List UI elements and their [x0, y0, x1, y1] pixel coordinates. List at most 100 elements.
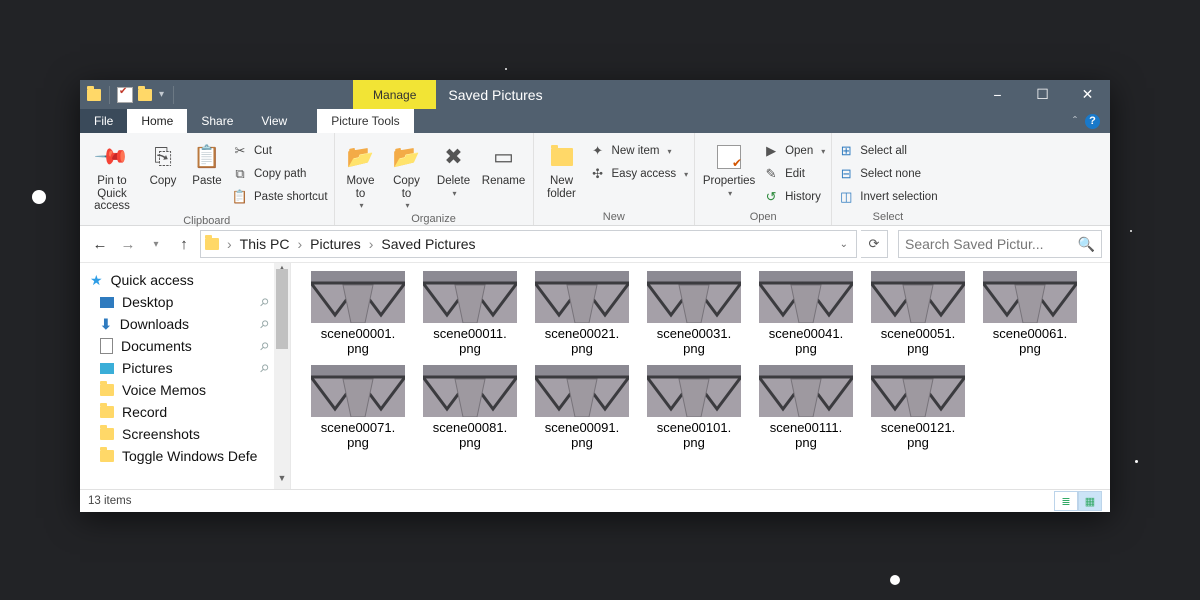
file-item[interactable]: scene00091.png — [535, 365, 629, 451]
help-icon[interactable]: ? — [1085, 114, 1100, 129]
tab-home[interactable]: Home — [127, 109, 187, 133]
nav-item-desktop[interactable]: Desktop⚲ — [80, 291, 290, 313]
delete-icon: ✖ — [444, 141, 462, 173]
group-label: Open — [701, 209, 825, 225]
nav-item-label: Screenshots — [122, 426, 200, 442]
delete-button[interactable]: ✖ Delete▾ — [433, 139, 475, 198]
copy-path-button[interactable]: ⧉Copy path — [232, 164, 328, 184]
maximize-button[interactable]: ☐ — [1020, 80, 1065, 109]
nav-item-pictures[interactable]: Pictures⚲ — [80, 357, 290, 379]
chevron-right-icon[interactable]: › — [295, 236, 304, 252]
forward-button[interactable]: → — [116, 232, 140, 256]
thumbnails-view-button[interactable]: ▦ — [1078, 491, 1102, 511]
status-bar: 13 items ≣ ▦ — [80, 489, 1110, 512]
nav-item-documents[interactable]: Documents⚲ — [80, 335, 290, 357]
rename-button[interactable]: ▭ Rename — [481, 139, 527, 188]
file-name: scene00031.png — [647, 327, 741, 357]
nav-quick-access[interactable]: ★ Quick access — [80, 269, 290, 291]
nav-item-record[interactable]: Record — [80, 401, 290, 423]
pin-icon: ⚲ — [257, 339, 272, 354]
paste-shortcut-button[interactable]: 📋Paste shortcut — [232, 187, 328, 207]
up-button[interactable]: ↑ — [172, 232, 196, 256]
easy-access-button[interactable]: ✣Easy access▾ — [590, 164, 689, 184]
file-item[interactable]: scene00031.png — [647, 271, 741, 357]
tab-file[interactable]: File — [80, 109, 127, 133]
chevron-down-icon: ▾ — [406, 202, 410, 211]
copy-button[interactable]: ⎘ Copy — [144, 139, 182, 188]
file-item[interactable]: scene00061.png — [983, 271, 1077, 357]
tab-share[interactable]: Share — [187, 109, 247, 133]
collapse-ribbon-icon[interactable]: ˆ — [1073, 114, 1077, 128]
address-history-dropdown[interactable]: ⌄ — [836, 239, 852, 250]
tab-picture-tools[interactable]: Picture Tools — [317, 109, 413, 133]
new-item-icon: ✦ — [590, 143, 606, 159]
breadcrumb-saved-pictures[interactable]: Saved Pictures — [377, 236, 479, 252]
file-item[interactable]: scene00051.png — [871, 271, 965, 357]
paste-button[interactable]: 📋 Paste — [188, 139, 226, 188]
select-all-button[interactable]: ⊞Select all — [838, 141, 937, 161]
breadcrumb-this-pc[interactable]: This PC — [236, 236, 294, 252]
file-item[interactable]: scene00041.png — [759, 271, 853, 357]
properties-button[interactable]: Properties▾ — [701, 139, 757, 198]
copy-to-icon: 📂 — [393, 141, 420, 173]
nav-item-voice-memos[interactable]: Voice Memos — [80, 379, 290, 401]
file-item[interactable]: scene00111.png — [759, 365, 853, 451]
file-item[interactable]: scene00011.png — [423, 271, 517, 357]
move-to-button[interactable]: 📂 Move to▾ — [341, 139, 381, 211]
chevron-right-icon[interactable]: › — [367, 236, 376, 252]
minimize-button[interactable]: − — [975, 80, 1020, 109]
recent-locations-button[interactable]: ▾ — [144, 232, 168, 256]
nav-item-toggle-windows-defe[interactable]: Toggle Windows Defe — [80, 445, 290, 467]
folder-qat-icon[interactable] — [137, 87, 153, 103]
qat-dropdown-icon[interactable]: ▾ — [157, 89, 166, 100]
copy-icon: ⎘ — [154, 141, 172, 173]
chevron-down-icon: ▾ — [821, 147, 825, 156]
contextual-tab-manage[interactable]: Manage — [353, 80, 436, 109]
cut-button[interactable]: ✂Cut — [232, 141, 328, 161]
file-thumbnail — [423, 271, 517, 323]
address-bar[interactable]: › This PC › Pictures › Saved Pictures ⌄ — [200, 230, 857, 258]
file-item[interactable]: scene00081.png — [423, 365, 517, 451]
edit-icon: ✎ — [763, 166, 779, 182]
edit-button[interactable]: ✎Edit — [763, 164, 825, 184]
file-item[interactable]: scene00121.png — [871, 365, 965, 451]
pin-to-quick-access-button[interactable]: 📌 Pin to Quick access — [86, 139, 138, 213]
history-button[interactable]: ↺History — [763, 187, 825, 207]
invert-selection-button[interactable]: ◫Invert selection — [838, 187, 937, 207]
back-button[interactable]: ← — [88, 232, 112, 256]
properties-qat-icon[interactable] — [117, 87, 133, 103]
scissors-icon: ✂ — [232, 143, 248, 159]
breadcrumb-pictures[interactable]: Pictures — [306, 236, 365, 252]
file-item[interactable]: scene00101.png — [647, 365, 741, 451]
scroll-down-icon[interactable]: ▼ — [274, 473, 290, 489]
ribbon-group-select: ⊞Select all ⊟Select none ◫Invert selecti… — [832, 133, 943, 225]
nav-item-label: Record — [122, 404, 167, 420]
chevron-right-icon[interactable]: › — [225, 236, 234, 252]
navpane-scrollbar[interactable]: ▲ ▼ — [274, 263, 290, 489]
status-item-count: 13 items — [88, 495, 131, 507]
refresh-button[interactable]: ⟳ — [861, 230, 888, 258]
nav-item-screenshots[interactable]: Screenshots — [80, 423, 290, 445]
new-folder-button[interactable]: New folder — [540, 139, 584, 200]
file-item[interactable]: scene00071.png — [311, 365, 405, 451]
file-item[interactable]: scene00021.png — [535, 271, 629, 357]
file-name: scene00081.png — [423, 421, 517, 451]
close-button[interactable]: ✕ — [1065, 80, 1110, 109]
nav-item-downloads[interactable]: ⬇Downloads⚲ — [80, 313, 290, 335]
search-input[interactable]: Search Saved Pictur... 🔍 — [898, 230, 1102, 258]
search-icon: 🔍 — [1078, 236, 1095, 253]
select-none-button[interactable]: ⊟Select none — [838, 164, 937, 184]
invert-selection-icon: ◫ — [838, 189, 854, 205]
scrollbar-thumb[interactable] — [276, 269, 288, 349]
file-name: scene00111.png — [759, 421, 853, 451]
pin-icon: ⚲ — [257, 295, 272, 310]
open-button[interactable]: ▶Open▾ — [763, 141, 825, 161]
tab-view[interactable]: View — [247, 109, 301, 133]
details-view-button[interactable]: ≣ — [1054, 491, 1078, 511]
pin-icon: ⚲ — [257, 317, 272, 332]
file-item[interactable]: scene00001.png — [311, 271, 405, 357]
paste-icon: 📋 — [193, 141, 220, 173]
new-item-button[interactable]: ✦New item▾ — [590, 141, 689, 161]
copy-to-button[interactable]: 📂 Copy to▾ — [387, 139, 427, 211]
bg-dot — [505, 68, 507, 70]
